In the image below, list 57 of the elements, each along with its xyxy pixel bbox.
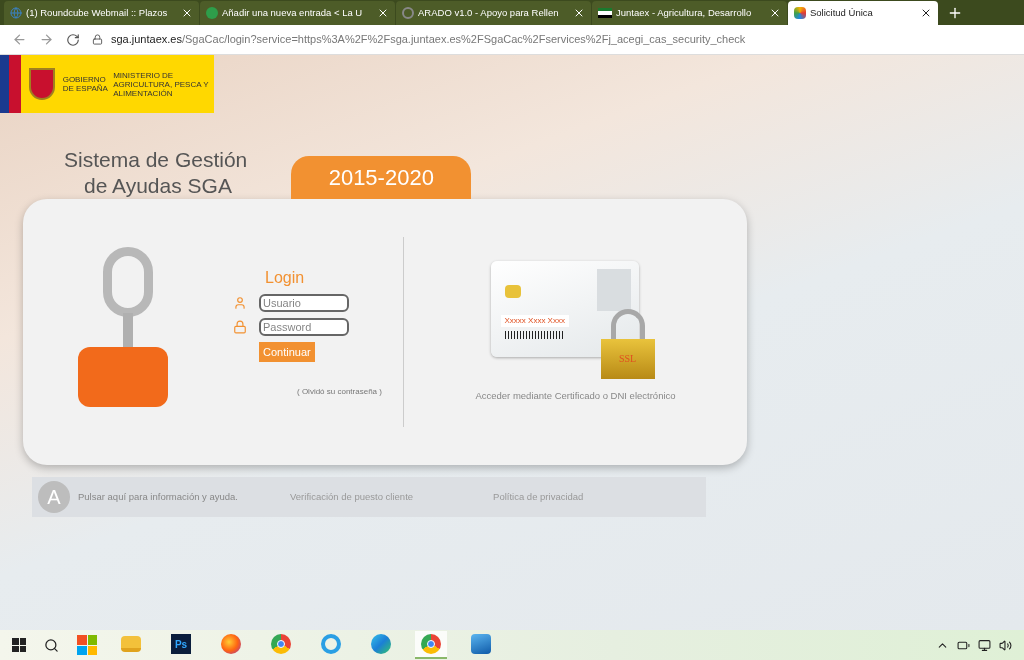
speaker-icon[interactable] xyxy=(999,638,1012,652)
tab-title: (1) Roundcube Webmail :: Plazos xyxy=(26,5,169,20)
reload-icon[interactable] xyxy=(66,32,80,47)
back-icon[interactable] xyxy=(12,32,27,47)
ssl-label: SSL xyxy=(600,338,655,379)
start-icon[interactable] xyxy=(12,638,26,652)
tab-title: Juntaex - Agricultura, Desarrollo xyxy=(616,5,753,20)
tab-title: Añadir una nueva entrada < La U xyxy=(222,5,364,20)
photoshop-icon[interactable]: Ps xyxy=(171,634,191,654)
browser-icon[interactable] xyxy=(271,634,291,654)
browser-tab[interactable]: Añadir una nueva entrada < La U xyxy=(200,1,395,25)
store-icon[interactable] xyxy=(77,635,97,655)
close-icon[interactable] xyxy=(920,7,932,19)
site-icon xyxy=(206,7,218,19)
browser-tab[interactable]: Juntaex - Agricultura, Desarrollo xyxy=(592,1,787,25)
globe-icon xyxy=(10,7,22,19)
certificate-link[interactable]: Acceder mediante Certificado o DNI electrónico xyxy=(475,388,676,404)
browser-tab[interactable]: ARADO v1.0 - Apoyo para Rellen xyxy=(396,1,591,25)
site-icon xyxy=(402,7,414,19)
close-icon[interactable] xyxy=(573,7,585,19)
taskbar-app[interactable]: Ps xyxy=(165,631,197,659)
browser-tab[interactable]: Solicitud Única xyxy=(788,1,938,25)
browser-tab[interactable]: (1) Roundcube Webmail :: Plazos xyxy=(4,1,199,25)
forward-icon[interactable] xyxy=(39,32,54,47)
taskbar-app[interactable] xyxy=(415,631,447,659)
url-field[interactable]: sga.juntaex.es/SgaCac/login?service=https%3A%2F%2Fsga.juntaex.es%2FSgaCac%2Fservices%2Fj_acegi_cas_security_check xyxy=(92,31,1012,48)
browser-icon[interactable] xyxy=(221,634,241,654)
close-icon[interactable] xyxy=(769,7,781,19)
lock-icon xyxy=(233,319,247,334)
ministry-label: MINISTERIO DE AGRICULTURA, PESCA Y ALIMENTACIÓN xyxy=(113,70,210,98)
tab-title: ARADO v1.0 - Apoyo para Rellen xyxy=(418,5,560,20)
password-field[interactable]: Password xyxy=(259,317,349,336)
forgot-password-link[interactable]: ( Olvidó su contraseña ) xyxy=(297,386,393,399)
photo-placeholder xyxy=(596,268,631,311)
new-tab-icon[interactable] xyxy=(947,5,963,21)
tab-title: Solicitud Única xyxy=(810,5,874,20)
username-field[interactable]: Usuario xyxy=(259,293,349,312)
search-icon[interactable] xyxy=(44,637,59,653)
flag-stripe xyxy=(0,55,22,113)
url-text: sga.juntaex.es/SgaCac/login?service=https%3A%2F%2Fsga.juntaex.es%2FSgaCac%2Fservices%2Fj_acegi_cas_security_check xyxy=(111,32,746,48)
card-name-text: Xxxxx Xxxx Xxxx xyxy=(500,314,569,327)
barcode-icon xyxy=(504,330,565,339)
lock-icon xyxy=(92,34,103,45)
user-icon xyxy=(233,295,247,310)
close-icon[interactable] xyxy=(181,7,193,19)
coat-of-arms-icon xyxy=(29,68,55,100)
browser-icon[interactable] xyxy=(321,634,341,654)
browser-icon[interactable] xyxy=(421,634,441,654)
login-title: Login xyxy=(265,267,306,288)
browser-icon[interactable] xyxy=(371,634,391,654)
chip-icon xyxy=(504,284,521,298)
photos-icon[interactable] xyxy=(471,634,491,654)
close-icon[interactable] xyxy=(377,7,389,19)
system-title: de Ayudas SGA xyxy=(83,173,233,199)
system-title: Sistema de Gestión xyxy=(64,147,248,173)
government-label: GOBIERNO DE ESPAÑA xyxy=(62,75,109,93)
flag-icon xyxy=(598,8,612,18)
